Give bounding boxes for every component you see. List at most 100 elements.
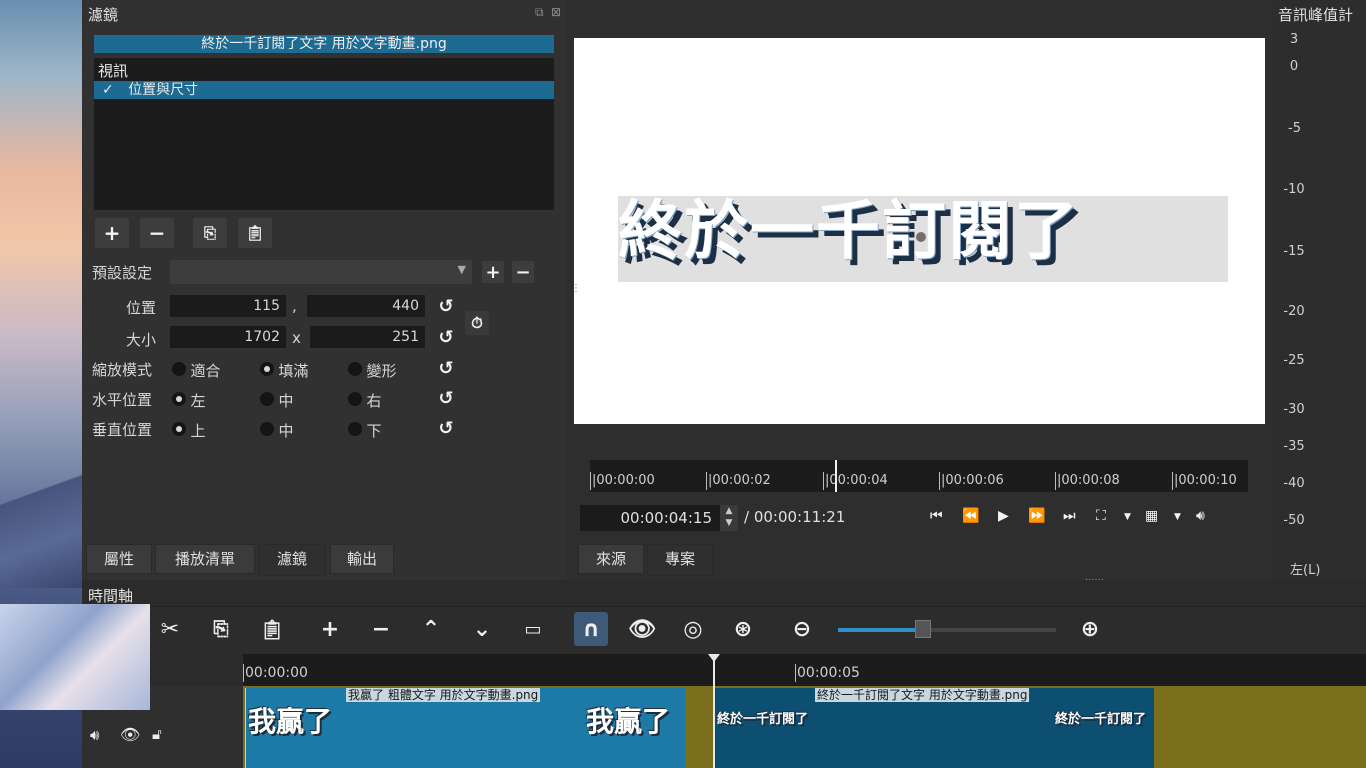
filter-item-label: 位置與尺寸 xyxy=(128,82,199,98)
zoom-slider-handle[interactable] xyxy=(915,620,931,638)
h-align-radio-center[interactable]: 中 xyxy=(260,390,293,411)
rewind-icon[interactable]: ⏪ xyxy=(962,508,979,524)
timeline-playhead[interactable] xyxy=(713,654,715,768)
v-align-radio-top[interactable]: 上 xyxy=(172,420,205,441)
ripple-all-icon[interactable]: ⊛ xyxy=(726,612,760,646)
add-filter-button[interactable]: + xyxy=(95,218,129,248)
paste-filters-button[interactable]: 📋︎ xyxy=(238,218,272,248)
preview-text: 終於一千訂閱了 xyxy=(618,195,1080,269)
timecode-spinner[interactable]: ▲ ▼ xyxy=(720,505,738,531)
filters-panel-title: 濾鏡 xyxy=(88,6,119,24)
reset-h-align-icon[interactable]: ↺ xyxy=(435,387,457,409)
split-icon[interactable]: ▭ xyxy=(516,612,550,646)
fit-mode-radio-fit[interactable]: 適合 xyxy=(172,360,220,381)
position-label: 位置 xyxy=(126,299,157,317)
zoom-in-icon[interactable]: ⊕ xyxy=(1073,612,1107,646)
reset-fit-mode-icon[interactable]: ↺ xyxy=(435,357,457,379)
append-icon[interactable]: + xyxy=(313,612,347,646)
meter-scale-label: -5 xyxy=(1288,121,1301,136)
skip-to-end-icon[interactable]: ⏭ xyxy=(1063,508,1076,524)
timeline-ruler[interactable]: 00:00:00 00:00:05 xyxy=(243,654,1366,686)
tab-filters[interactable]: 濾鏡 xyxy=(258,544,326,576)
ruler-tick-label: |00:00:10 xyxy=(1172,472,1237,490)
reset-position-icon[interactable]: ↺ xyxy=(435,295,457,317)
timeline-title: 時間軸 xyxy=(88,587,134,605)
size-height-field[interactable]: 251 xyxy=(310,326,425,348)
preset-select[interactable]: ▼ xyxy=(170,260,472,284)
viewer-playhead[interactable] xyxy=(835,460,837,492)
position-separator: , xyxy=(292,297,297,315)
meter-scale-label: -40 xyxy=(1283,476,1305,491)
meter-scale-label: 0 xyxy=(1289,59,1299,74)
paste-icon[interactable]: 📋︎ xyxy=(255,612,289,646)
tab-project[interactable]: 專案 xyxy=(647,544,713,576)
cut-icon[interactable]: ✂ xyxy=(153,612,187,646)
ruler-tick-label: |00:00:08 xyxy=(1055,472,1120,490)
position-y-field[interactable]: 440 xyxy=(307,295,425,317)
position-x-field[interactable]: 115 xyxy=(170,295,286,317)
filter-clip-name: 終於一千訂閱了文字 用於文字動畫.png xyxy=(94,35,554,53)
floating-thumbnail-image xyxy=(0,604,150,710)
fit-mode-radio-distort[interactable]: 變形 xyxy=(348,360,396,381)
tab-export[interactable]: 輸出 xyxy=(330,544,394,574)
lock-icon[interactable]: 🔓︎ xyxy=(152,725,162,743)
overwrite-icon[interactable]: ⌄ xyxy=(465,612,499,646)
snap-magnet-icon[interactable]: ∩ xyxy=(574,612,608,646)
splitter-handle-icon[interactable]: ⋮ xyxy=(571,283,581,294)
h-align-radio-right[interactable]: 右 xyxy=(348,390,381,411)
timeline-tick-label: 00:00:05 xyxy=(795,664,860,682)
current-timecode-field[interactable]: 00:00:04:15 xyxy=(580,505,720,531)
fast-forward-icon[interactable]: ⏩ xyxy=(1028,508,1045,524)
playhead-marker-icon[interactable] xyxy=(708,654,720,662)
filter-item-size-position[interactable]: ✓ 位置與尺寸 xyxy=(94,81,554,99)
ruler-tick-label: |00:00:02 xyxy=(706,472,771,490)
ruler-tick-label: |00:00:06 xyxy=(939,472,1004,490)
zoom-fit-icon[interactable]: ⛶ xyxy=(1096,508,1106,524)
zoom-slider-fill xyxy=(838,628,918,632)
volume-icon[interactable]: 🔊︎ xyxy=(1196,508,1205,524)
panel-float-icon[interactable]: ⧉ xyxy=(535,5,544,20)
meter-scale-label: -15 xyxy=(1283,244,1305,259)
meter-scale-label: -25 xyxy=(1283,353,1305,368)
remove-filter-button[interactable]: − xyxy=(140,218,174,248)
reset-v-align-icon[interactable]: ↺ xyxy=(435,417,457,439)
chevron-down-icon[interactable]: ▼ xyxy=(1124,512,1131,522)
remove-icon[interactable]: − xyxy=(364,612,398,646)
preview-text-image[interactable]: 終於一千訂閱了 終於一千訂閱了 xyxy=(618,195,1228,282)
viewer-ruler[interactable]: |00:00:00 |00:00:02 |00:00:04 |00:00:06 … xyxy=(590,460,1248,492)
tab-properties[interactable]: 屬性 xyxy=(86,544,152,574)
reset-size-icon[interactable]: ↺ xyxy=(435,326,457,348)
panel-close-icon[interactable]: ⊠ xyxy=(551,5,561,19)
delete-preset-button[interactable]: − xyxy=(512,261,534,283)
timeline-clip[interactable]: 終於一千訂閱了文字 用於文字動畫.png 終於一千訂閱了 終於一千訂閱了 xyxy=(714,688,1154,768)
grid-icon[interactable]: ▦ xyxy=(1145,508,1158,524)
copy-filters-button[interactable]: ⎘ xyxy=(193,218,227,248)
play-icon[interactable]: ▶ xyxy=(998,508,1009,524)
v-align-radio-middle[interactable]: 中 xyxy=(260,420,293,441)
h-align-radio-left[interactable]: 左 xyxy=(172,390,205,411)
hide-track-eye-icon[interactable]: 👁︎ xyxy=(120,725,140,744)
skip-to-start-icon[interactable]: ⏮ xyxy=(930,508,943,524)
clip-name-label: 終於一千訂閱了文字 用於文字動畫.png xyxy=(815,688,1030,702)
filter-enabled-checkbox[interactable]: ✓ xyxy=(102,82,114,98)
lift-icon[interactable]: ⌃ xyxy=(414,612,448,646)
chevron-down-icon[interactable]: ▼ xyxy=(1174,512,1181,522)
tab-playlist[interactable]: 播放清單 xyxy=(155,544,255,574)
save-preset-button[interactable]: + xyxy=(482,261,504,283)
clip-thumbnail-end: 終於一千訂閱了 xyxy=(1055,712,1147,727)
zoom-slider[interactable] xyxy=(838,628,1056,632)
timeline-clip[interactable]: 我贏了 粗體文字 用於文字動畫.png 我贏了 我贏了 xyxy=(245,688,685,768)
keyframe-stopwatch-icon[interactable]: ⏱︎ xyxy=(465,311,489,335)
ripple-icon[interactable]: ◎ xyxy=(676,612,710,646)
zoom-out-icon[interactable]: ⊖ xyxy=(785,612,819,646)
size-width-field[interactable]: 1702 xyxy=(170,326,286,348)
scrub-eye-icon[interactable]: 👁︎ xyxy=(625,612,659,646)
fit-mode-radio-fill[interactable]: 填滿 xyxy=(260,360,308,381)
tab-source[interactable]: 來源 xyxy=(578,544,644,574)
v-align-radio-bottom[interactable]: 下 xyxy=(348,420,381,441)
filter-category-video: 視訊 xyxy=(98,62,129,80)
anchor-point-icon[interactable] xyxy=(916,232,926,242)
mute-icon[interactable]: 🔊︎ xyxy=(90,726,99,744)
copy-icon[interactable]: ⎘ xyxy=(204,612,238,646)
v-align-label: 垂直位置 xyxy=(92,421,153,439)
